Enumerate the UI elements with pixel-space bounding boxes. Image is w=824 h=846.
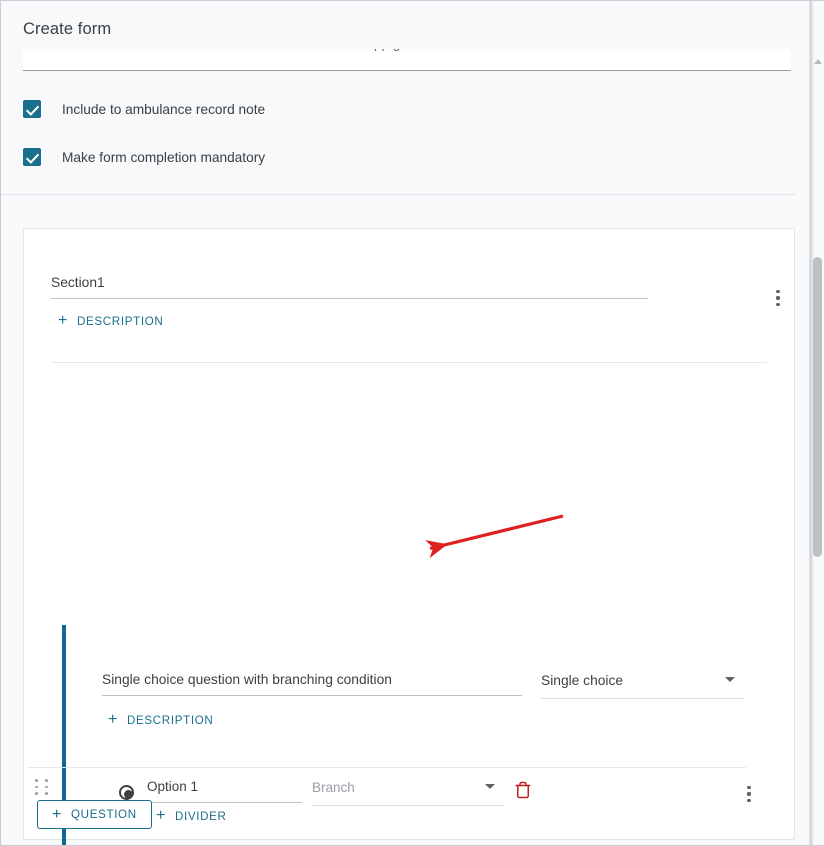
option-text-input[interactable] — [147, 779, 302, 803]
checkbox-icon[interactable] — [23, 148, 41, 166]
drag-dot — [35, 779, 38, 782]
footer-divider — [28, 767, 746, 768]
question-title-input[interactable] — [102, 672, 522, 696]
kebab-dot — [776, 302, 780, 306]
checkbox-label: Make form completion mandatory — [62, 149, 266, 165]
delete-option-icon[interactable] — [514, 781, 532, 799]
question-menu-icon[interactable] — [739, 786, 759, 802]
add-divider-button[interactable]: + DIVIDER — [156, 808, 227, 824]
section-header: + DESCRIPTION — [51, 229, 780, 363]
kebab-dot — [776, 296, 780, 300]
drag-dot — [45, 792, 48, 795]
add-question-description-button[interactable]: + DESCRIPTION — [108, 712, 213, 728]
kebab-dot — [747, 786, 751, 790]
chevron-down-icon — [485, 784, 495, 789]
kebab-dot — [747, 792, 751, 796]
plus-icon: + — [156, 807, 166, 824]
branch-placeholder: Branch — [312, 780, 355, 795]
branch-dropdown[interactable]: Branch — [312, 779, 504, 806]
kebab-dot — [747, 798, 751, 802]
scroll-thumb[interactable] — [813, 257, 822, 557]
section-card: + DESCRIPTION + DESCRIPTION Single choic… — [23, 228, 795, 845]
add-section-description-button[interactable]: + DESCRIPTION — [58, 313, 163, 329]
create-form-dialog: Create form pp g Include to ambulance re… — [0, 0, 824, 846]
drag-dot — [45, 785, 48, 789]
plus-icon: + — [58, 312, 68, 329]
clipped-field-ghost-text: pp g — [374, 49, 400, 51]
clipped-text-field[interactable]: pp g — [23, 49, 791, 71]
question-type-value: Single choice — [541, 673, 624, 688]
checkbox-row-mandatory[interactable]: Make form completion mandatory — [23, 145, 774, 169]
plus-icon: + — [108, 711, 118, 728]
chevron-down-icon — [725, 677, 735, 682]
add-question-description-label: DESCRIPTION — [127, 713, 214, 727]
question-drag-handle-icon[interactable] — [35, 779, 49, 795]
page-title: Create form — [23, 20, 112, 38]
drag-dot — [35, 792, 38, 795]
radio-icon-selected[interactable] — [119, 785, 134, 800]
add-divider-label: DIVIDER — [175, 809, 227, 823]
kebab-dot — [776, 290, 780, 294]
checkbox-row-include-ambulance[interactable]: Include to ambulance record note — [23, 97, 774, 121]
checkbox-label: Include to ambulance record note — [62, 101, 266, 117]
section-menu-icon[interactable] — [768, 290, 788, 306]
plus-icon: + — [52, 805, 62, 823]
drag-dot — [35, 785, 38, 789]
question-type-dropdown[interactable]: Single choice — [541, 672, 744, 699]
add-section-description-label: DESCRIPTION — [77, 314, 164, 328]
scroll-up-arrow-icon[interactable] — [813, 59, 822, 64]
form-settings-panel: pp g Include to ambulance record note Ma… — [1, 49, 796, 195]
vertical-scrollbar[interactable] — [809, 1, 824, 845]
section-title-input[interactable] — [51, 275, 648, 299]
add-question-label: QUESTION — [71, 808, 137, 821]
checkbox-icon[interactable] — [23, 100, 41, 118]
add-question-button[interactable]: + QUESTION — [37, 800, 152, 829]
drag-dot — [45, 779, 48, 782]
